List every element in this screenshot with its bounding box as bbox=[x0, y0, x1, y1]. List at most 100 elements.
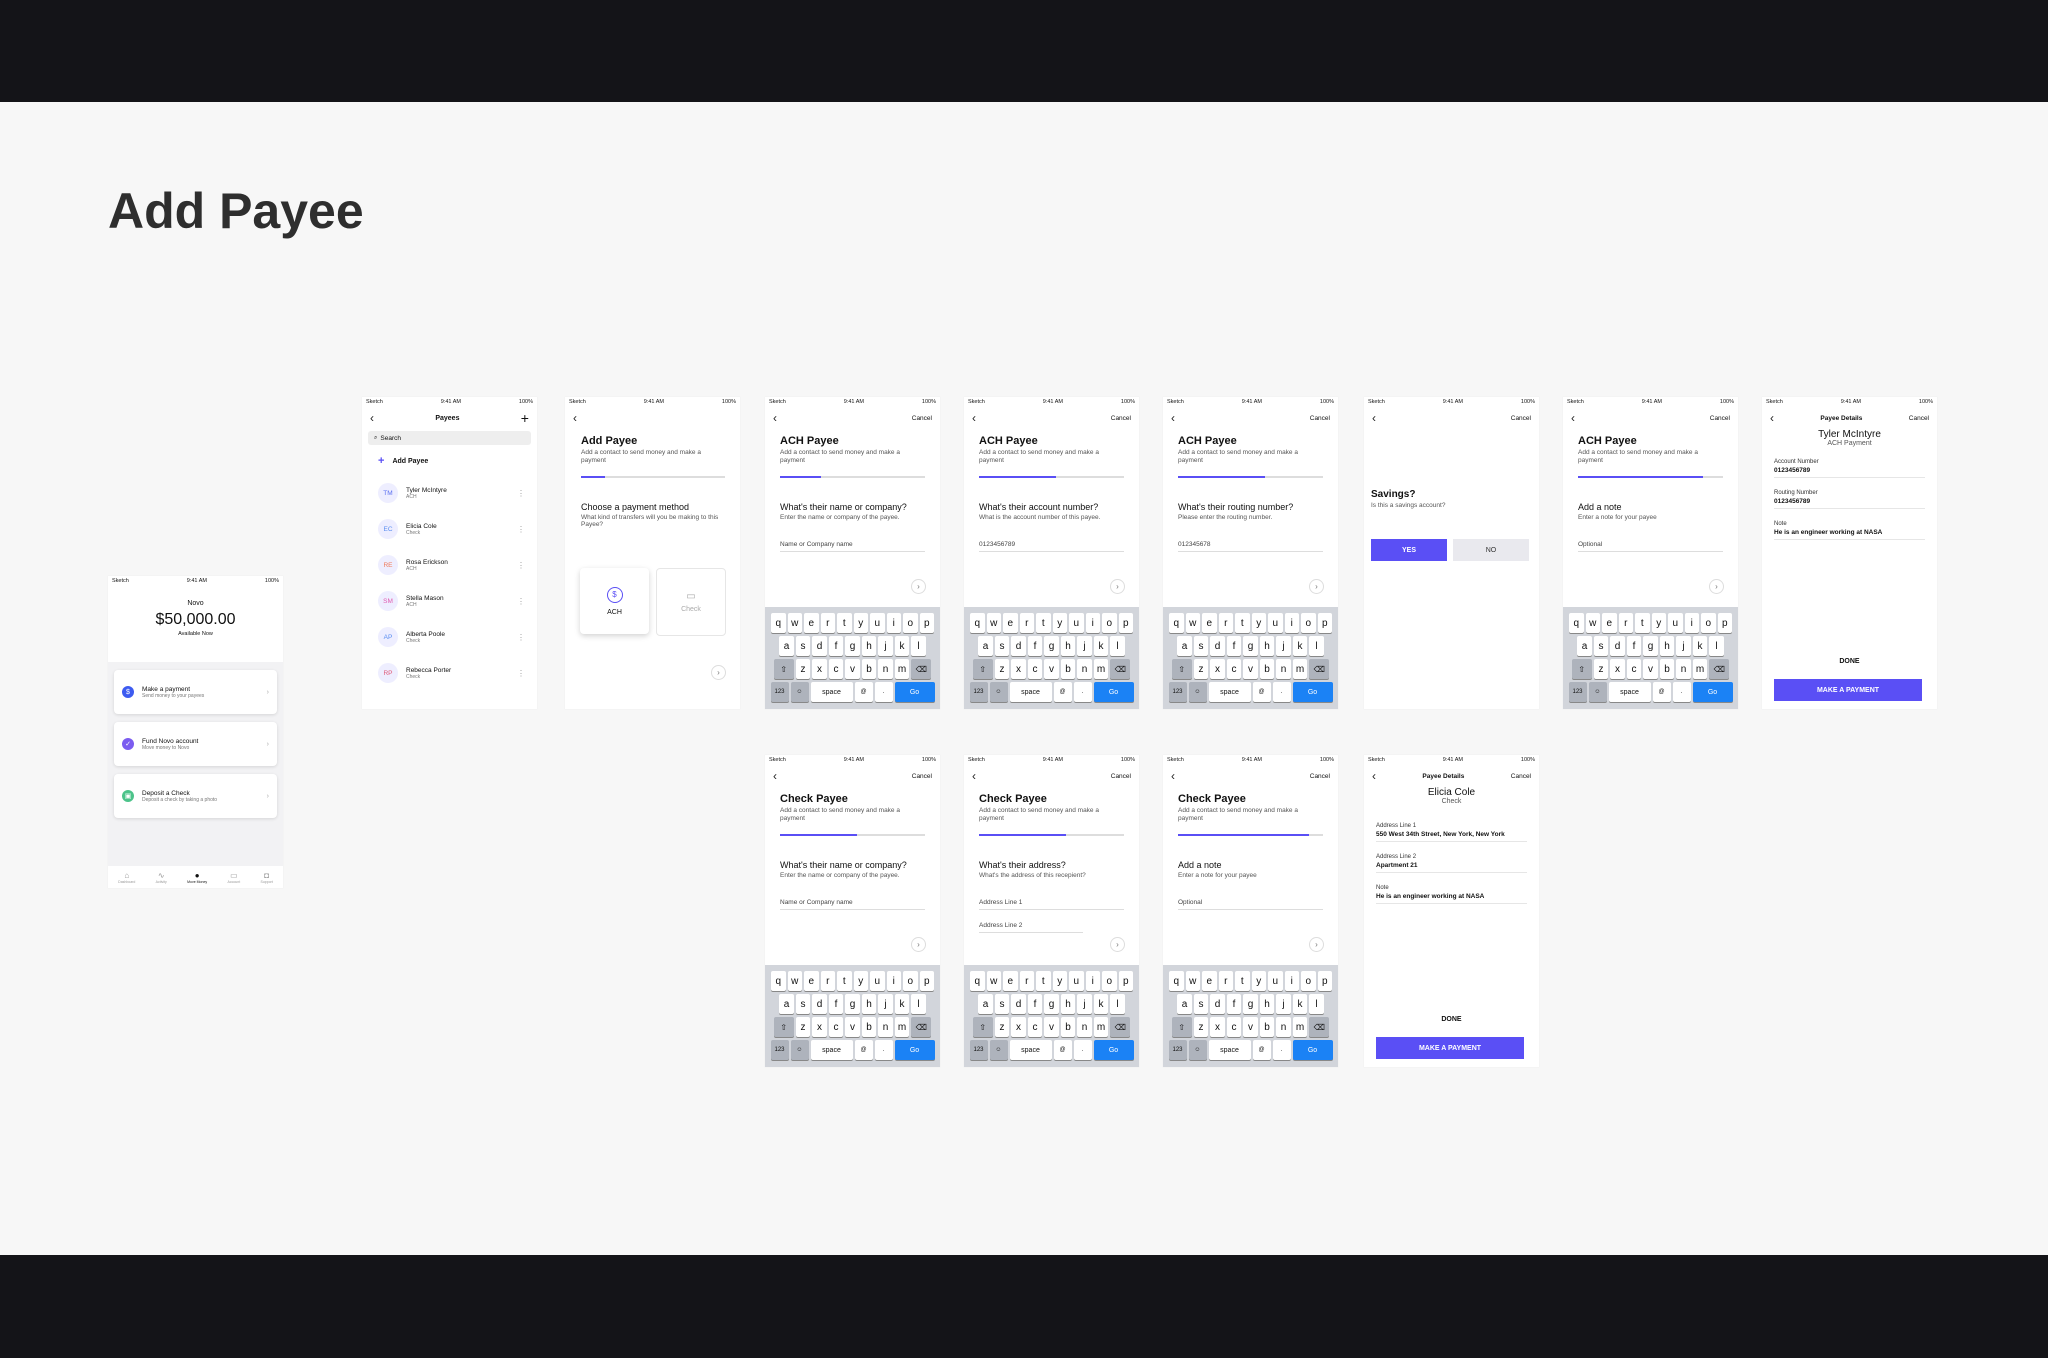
cancel-button[interactable]: Cancel bbox=[1909, 415, 1929, 422]
key[interactable]: g bbox=[1243, 636, 1258, 656]
dot-key[interactable]: . bbox=[1672, 682, 1691, 702]
key[interactable]: p bbox=[1717, 613, 1732, 633]
cancel-button[interactable]: Cancel bbox=[912, 415, 932, 422]
key[interactable]: w bbox=[986, 613, 1001, 633]
key[interactable]: q bbox=[1169, 971, 1184, 991]
input-field[interactable]: Name or Company name bbox=[780, 879, 925, 911]
key[interactable]: e bbox=[804, 613, 819, 633]
key[interactable]: g bbox=[845, 636, 860, 656]
done-button[interactable]: DONE bbox=[1364, 1016, 1539, 1023]
key[interactable]: y bbox=[1052, 613, 1067, 633]
key[interactable]: l bbox=[911, 636, 926, 656]
key[interactable]: t bbox=[1235, 971, 1250, 991]
key[interactable]: b bbox=[861, 1017, 877, 1037]
input-field[interactable]: Optional bbox=[1178, 879, 1323, 911]
key[interactable]: h bbox=[861, 994, 877, 1014]
key[interactable]: n bbox=[1077, 659, 1092, 679]
cancel-button[interactable]: Cancel bbox=[1111, 773, 1131, 780]
more-icon[interactable]: ⋮ bbox=[517, 525, 525, 534]
key[interactable]: s bbox=[1193, 636, 1209, 656]
key[interactable]: m bbox=[894, 1017, 910, 1037]
key[interactable]: u bbox=[870, 613, 885, 633]
tab-move-money[interactable]: ● Move Money bbox=[187, 871, 207, 884]
plus-icon[interactable]: + bbox=[521, 410, 529, 426]
key[interactable]: j bbox=[1077, 636, 1092, 656]
emoji-key-icon[interactable]: ☺ bbox=[989, 1040, 1008, 1060]
numbers-key[interactable]: 123 bbox=[770, 682, 789, 702]
tab-dashboard[interactable]: ⌂ Dashboard bbox=[118, 871, 135, 884]
input-field-2[interactable]: Address Line 2 bbox=[979, 910, 1083, 934]
at-key[interactable]: @ bbox=[854, 682, 873, 702]
key[interactable]: i bbox=[1684, 613, 1699, 633]
shift-key-icon[interactable]: ⇧ bbox=[1171, 1017, 1192, 1037]
key[interactable]: a bbox=[779, 994, 794, 1014]
emoji-key-icon[interactable]: ☺ bbox=[790, 682, 809, 702]
key[interactable]: g bbox=[1044, 994, 1059, 1014]
key[interactable]: m bbox=[1093, 1017, 1109, 1037]
space-key[interactable]: space bbox=[1608, 682, 1651, 702]
key[interactable]: e bbox=[1202, 971, 1217, 991]
back-icon[interactable]: ‹ bbox=[773, 769, 777, 783]
key[interactable]: z bbox=[1193, 659, 1209, 679]
space-key[interactable]: space bbox=[810, 682, 853, 702]
key[interactable]: a bbox=[1177, 994, 1192, 1014]
key[interactable]: n bbox=[878, 659, 893, 679]
done-button[interactable]: DONE bbox=[1762, 658, 1937, 665]
at-key[interactable]: @ bbox=[1252, 682, 1271, 702]
key[interactable]: w bbox=[986, 971, 1001, 991]
key[interactable]: v bbox=[1044, 1017, 1059, 1037]
key[interactable]: y bbox=[1052, 971, 1067, 991]
key[interactable]: s bbox=[994, 994, 1010, 1014]
dot-key[interactable]: . bbox=[1272, 682, 1291, 702]
option-ach[interactable]: $ ACH bbox=[580, 568, 649, 634]
back-icon[interactable]: ‹ bbox=[1171, 411, 1175, 425]
key[interactable]: e bbox=[1003, 971, 1018, 991]
make-payment-button[interactable]: MAKE A PAYMENT bbox=[1376, 1037, 1524, 1059]
next-button[interactable]: › bbox=[1110, 579, 1125, 594]
emoji-key-icon[interactable]: ☺ bbox=[1588, 682, 1607, 702]
key[interactable]: u bbox=[870, 971, 885, 991]
key[interactable]: n bbox=[1077, 1017, 1092, 1037]
search-input[interactable]: ⌕ Search bbox=[368, 431, 531, 445]
back-icon[interactable]: ‹ bbox=[1372, 769, 1376, 783]
key[interactable]: q bbox=[1569, 613, 1584, 633]
key[interactable]: g bbox=[1643, 636, 1658, 656]
back-icon[interactable]: ‹ bbox=[972, 769, 976, 783]
make-payment-button[interactable]: MAKE A PAYMENT bbox=[1774, 679, 1922, 701]
key[interactable]: v bbox=[1643, 659, 1658, 679]
shift-key-icon[interactable]: ⇧ bbox=[972, 659, 993, 679]
key[interactable]: n bbox=[1276, 659, 1291, 679]
key[interactable]: w bbox=[787, 613, 802, 633]
space-key[interactable]: space bbox=[1009, 1040, 1052, 1060]
input-field[interactable]: 0123456789 bbox=[979, 521, 1124, 553]
key[interactable]: p bbox=[1317, 971, 1332, 991]
key[interactable]: f bbox=[1626, 636, 1642, 656]
key[interactable]: j bbox=[1676, 636, 1691, 656]
key[interactable]: x bbox=[1210, 1017, 1225, 1037]
key[interactable]: i bbox=[1085, 613, 1100, 633]
tab-activity[interactable]: ∿ Activity bbox=[156, 871, 167, 884]
go-key[interactable]: Go bbox=[894, 682, 935, 702]
emoji-key-icon[interactable]: ☺ bbox=[989, 682, 1008, 702]
at-key[interactable]: @ bbox=[854, 1040, 873, 1060]
delete-key-icon[interactable]: ⌫ bbox=[1309, 659, 1330, 679]
key[interactable]: k bbox=[1093, 636, 1109, 656]
cancel-button[interactable]: Cancel bbox=[1310, 415, 1330, 422]
key[interactable]: a bbox=[779, 636, 794, 656]
payee-row[interactable]: SM Stella Mason ACH ⋮ bbox=[362, 583, 537, 619]
key[interactable]: k bbox=[894, 636, 910, 656]
key[interactable]: m bbox=[1292, 1017, 1308, 1037]
dot-key[interactable]: . bbox=[1073, 682, 1092, 702]
key[interactable]: i bbox=[1085, 971, 1100, 991]
delete-key-icon[interactable]: ⌫ bbox=[1110, 659, 1131, 679]
next-button[interactable]: › bbox=[1309, 579, 1324, 594]
numbers-key[interactable]: 123 bbox=[1168, 1040, 1187, 1060]
key[interactable]: x bbox=[1011, 1017, 1026, 1037]
key[interactable]: e bbox=[804, 971, 819, 991]
key[interactable]: s bbox=[795, 636, 811, 656]
dot-key[interactable]: . bbox=[1272, 1040, 1291, 1060]
input-field[interactable]: Optional bbox=[1578, 521, 1723, 553]
key[interactable]: q bbox=[970, 613, 985, 633]
key[interactable]: o bbox=[903, 613, 918, 633]
key[interactable]: n bbox=[878, 1017, 893, 1037]
